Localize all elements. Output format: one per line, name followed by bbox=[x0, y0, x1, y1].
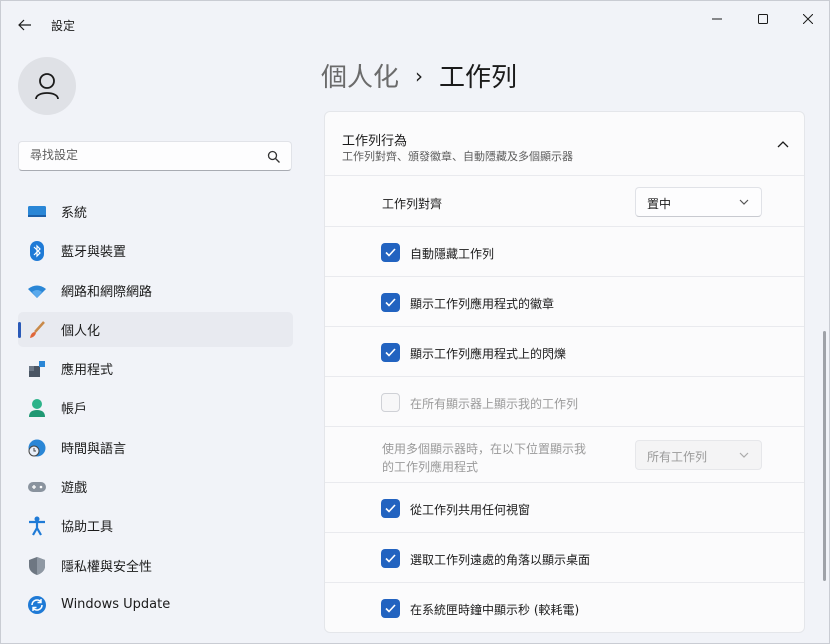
checkmark-icon bbox=[385, 604, 396, 613]
checkmark-icon bbox=[385, 248, 396, 257]
sidebar-item-privacy[interactable]: 隱私權與安全性 bbox=[18, 548, 293, 583]
show-flashing-checkbox[interactable] bbox=[381, 343, 400, 362]
section-title: 工作列行為 bbox=[342, 134, 408, 149]
close-button[interactable] bbox=[785, 5, 830, 33]
bluetooth-icon bbox=[27, 241, 47, 262]
alignment-dropdown[interactable]: 置中 bbox=[635, 187, 762, 217]
share-window-label: 從工作列共用任何視窗 bbox=[410, 503, 531, 517]
sidebar-item-label: 藍牙與裝置 bbox=[61, 245, 127, 261]
sidebar-item-time-language[interactable]: 時間與語言 bbox=[18, 430, 293, 465]
far-corner-row: 選取工作列遠處的角落以顯示桌面 bbox=[325, 533, 804, 583]
accessibility-icon bbox=[27, 516, 47, 536]
show-seconds-label: 在系統匣時鐘中顯示秒 (較耗電) bbox=[410, 603, 580, 617]
shield-icon bbox=[27, 556, 47, 576]
checkmark-icon bbox=[385, 298, 396, 307]
alignment-value: 置中 bbox=[647, 197, 672, 211]
search-input[interactable] bbox=[30, 148, 250, 162]
minimize-button[interactable] bbox=[694, 5, 740, 33]
maximize-button[interactable] bbox=[740, 5, 786, 33]
show-badges-label: 顯示工作列應用程式的徽章 bbox=[410, 297, 555, 311]
search-box[interactable] bbox=[18, 141, 292, 171]
show-badges-row: 顯示工作列應用程式的徽章 bbox=[325, 277, 804, 327]
update-icon bbox=[27, 595, 47, 615]
sidebar-item-label: 個人化 bbox=[61, 323, 101, 339]
app-title: 設定 bbox=[51, 19, 76, 33]
sidebar-nav: 系統 藍牙與裝置 網路和網際網路 個人化 應用程式 帳戶 時間與語言 遊戲 協助… bbox=[18, 194, 293, 626]
multi-display-label-line2: 的工作列應用程式 bbox=[382, 460, 479, 474]
chevron-up-icon[interactable] bbox=[776, 138, 790, 150]
alignment-label: 工作列對齊 bbox=[382, 197, 443, 211]
show-seconds-checkbox[interactable] bbox=[381, 599, 400, 618]
auto-hide-label: 自動隱藏工作列 bbox=[410, 247, 495, 261]
multi-display-label-line1: 使用多個顯示器時，在以下位置顯示我 bbox=[382, 442, 587, 456]
breadcrumb-separator: › bbox=[415, 63, 424, 88]
sidebar-item-label: 應用程式 bbox=[61, 363, 114, 379]
sidebar-item-label: 隱私權與安全性 bbox=[61, 559, 153, 575]
back-button[interactable] bbox=[11, 11, 39, 39]
maximize-icon bbox=[758, 14, 768, 24]
chevron-down-icon bbox=[739, 452, 749, 458]
sidebar-item-label: 帳戶 bbox=[61, 402, 88, 418]
multi-display-value: 所有工作列 bbox=[647, 450, 708, 464]
wifi-icon bbox=[27, 281, 47, 301]
sidebar-item-gaming[interactable]: 遊戲 bbox=[18, 469, 293, 504]
show-flashing-row: 顯示工作列應用程式上的閃爍 bbox=[325, 327, 804, 377]
alignment-row: 工作列對齊 置中 bbox=[325, 177, 804, 227]
sidebar-item-label: 時間與語言 bbox=[61, 441, 127, 457]
all-displays-checkbox[interactable] bbox=[381, 393, 400, 412]
auto-hide-checkbox[interactable] bbox=[381, 243, 400, 262]
page-title: 工作列 bbox=[439, 63, 518, 93]
account-icon bbox=[27, 398, 47, 418]
sidebar-item-bluetooth[interactable]: 藍牙與裝置 bbox=[18, 233, 293, 268]
globe-clock-icon bbox=[27, 438, 47, 458]
chevron-down-icon bbox=[739, 199, 749, 205]
sidebar-item-network[interactable]: 網路和網際網路 bbox=[18, 273, 293, 308]
breadcrumb: 個人化 › 工作列 bbox=[321, 57, 517, 94]
sidebar-item-accounts[interactable]: 帳戶 bbox=[18, 390, 293, 425]
far-corner-label: 選取工作列遠處的角落以顯示桌面 bbox=[410, 553, 591, 567]
search-icon[interactable] bbox=[267, 150, 281, 164]
show-flashing-label: 顯示工作列應用程式上的閃爍 bbox=[410, 347, 567, 361]
apps-icon bbox=[27, 359, 47, 379]
sidebar-item-accessibility[interactable]: 協助工具 bbox=[18, 508, 293, 543]
share-window-row: 從工作列共用任何視窗 bbox=[325, 483, 804, 533]
sidebar-item-label: 系統 bbox=[61, 206, 88, 221]
checkmark-icon bbox=[385, 348, 396, 357]
far-corner-checkbox[interactable] bbox=[381, 549, 400, 568]
sidebar-item-label: 協助工具 bbox=[61, 520, 114, 536]
share-window-checkbox[interactable] bbox=[381, 499, 400, 518]
title-bar: 設定 bbox=[1, 1, 829, 47]
checkmark-icon bbox=[385, 554, 396, 563]
multi-display-row: 使用多個顯示器時，在以下位置顯示我 的工作列應用程式 所有工作列 bbox=[325, 427, 804, 483]
multi-display-dropdown[interactable]: 所有工作列 bbox=[635, 440, 762, 470]
section-subtitle: 工作列對齊、頒發徽章、自動隱藏及多個顯示器 bbox=[342, 150, 573, 163]
settings-window: 設定 系統 藍牙與裝置 網路和網際網路 bbox=[0, 0, 830, 644]
gamepad-icon bbox=[27, 477, 47, 497]
monitor-icon bbox=[27, 202, 47, 222]
breadcrumb-parent[interactable]: 個人化 bbox=[321, 57, 399, 94]
arrow-left-icon bbox=[18, 19, 31, 31]
section-header[interactable]: 工作列行為 工作列對齊、頒發徽章、自動隱藏及多個顯示器 bbox=[325, 112, 804, 176]
sidebar-item-label: 網路和網際網路 bbox=[61, 284, 153, 300]
sidebar-item-system[interactable]: 系統 bbox=[18, 194, 293, 229]
all-displays-label: 在所有顯示器上顯示我的工作列 bbox=[410, 397, 579, 411]
show-badges-checkbox[interactable] bbox=[381, 293, 400, 312]
sidebar-item-label: Windows Update bbox=[61, 596, 171, 612]
sidebar-item-windows-update[interactable]: Windows Update bbox=[18, 587, 293, 622]
minimize-icon bbox=[712, 18, 722, 20]
scrollbar[interactable] bbox=[823, 331, 826, 581]
sidebar-item-label: 遊戲 bbox=[61, 481, 88, 497]
brush-icon bbox=[27, 320, 47, 340]
close-icon bbox=[803, 14, 813, 24]
checkmark-icon bbox=[385, 504, 396, 513]
show-seconds-row: 在系統匣時鐘中顯示秒 (較耗電) bbox=[325, 583, 804, 632]
sidebar-item-personalization[interactable]: 個人化 bbox=[18, 311, 293, 347]
sidebar-item-apps[interactable]: 應用程式 bbox=[18, 351, 293, 386]
auto-hide-row: 自動隱藏工作列 bbox=[325, 227, 804, 277]
user-icon bbox=[35, 73, 59, 100]
taskbar-behaviors-card: 工作列行為 工作列對齊、頒發徽章、自動隱藏及多個顯示器 工作列對齊 置中 自動隱… bbox=[324, 111, 805, 633]
all-displays-row: 在所有顯示器上顯示我的工作列 bbox=[325, 377, 804, 427]
avatar[interactable] bbox=[18, 57, 76, 115]
